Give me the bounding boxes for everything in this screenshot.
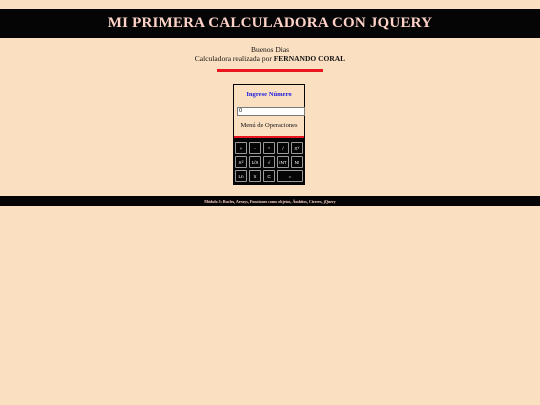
clear-button[interactable]: C <box>263 170 275 182</box>
calculator-input-panel: Ingrese Número Menú de Operaciones <box>234 85 305 136</box>
calculator: Ingrese Número Menú de Operaciones + - *… <box>233 84 305 185</box>
page-title: MI PRIMERA CALCULADORA CON JQUERY <box>107 15 433 31</box>
calculator-divider <box>234 136 304 138</box>
square-button[interactable]: X2 <box>235 156 247 168</box>
equals-button[interactable]: = <box>277 170 303 182</box>
multiply-button[interactable]: * <box>263 142 275 154</box>
natural-log-button[interactable]: Ln <box>235 170 247 182</box>
divide-button[interactable]: / <box>277 142 289 154</box>
add-button[interactable]: + <box>235 142 247 154</box>
reciprocal-button[interactable]: 1/X <box>249 156 261 168</box>
pi-button[interactable]: π <box>249 170 261 182</box>
header-banner: MI PRIMERA CALCULADORA CON JQUERY <box>0 9 540 38</box>
footer-text: Módulo 5: Bucles, Arrays, Funciones como… <box>204 198 336 204</box>
footer-banner: Módulo 5: Bucles, Arrays, Funciones como… <box>0 196 540 206</box>
subtract-button[interactable]: - <box>249 142 261 154</box>
power-button[interactable]: XY <box>291 142 303 154</box>
square-root-button[interactable]: √ <box>263 156 275 168</box>
author-prefix: Calculadora realizada por <box>194 53 274 63</box>
keypad: + - * / XY X2 1/X √ INT N! Ln π C = <box>235 142 303 183</box>
operations-menu-label: Menú de Operaciones <box>240 122 298 129</box>
greeting-block: Buenos Dias Calculadora realizada por FE… <box>0 45 540 64</box>
calculator-title: Ingrese Número <box>246 91 292 98</box>
author-line: Calculadora realizada por FERNANDO CORAL <box>0 53 540 64</box>
integer-button[interactable]: INT <box>277 156 289 168</box>
divider <box>217 69 323 72</box>
author-name: FERNANDO CORAL <box>273 53 346 63</box>
page: MI PRIMERA CALCULADORA CON JQUERY Buenos… <box>0 0 540 405</box>
factorial-button[interactable]: N! <box>291 156 303 168</box>
number-input[interactable] <box>237 107 305 116</box>
